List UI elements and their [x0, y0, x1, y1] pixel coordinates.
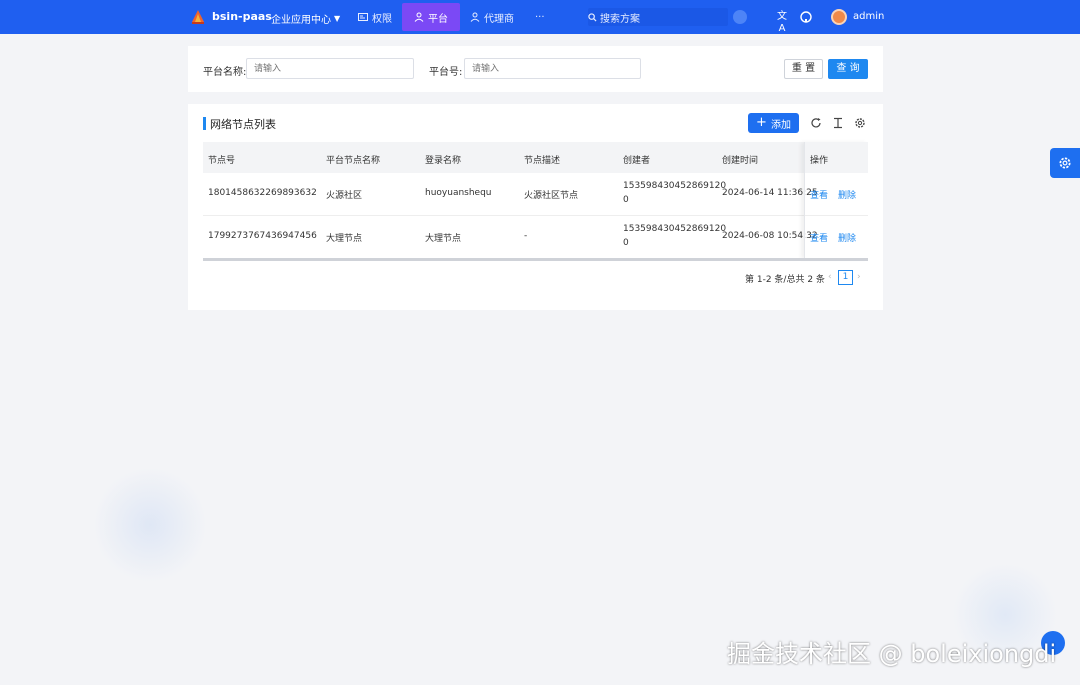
id-card-icon — [358, 13, 368, 21]
search-box[interactable]: 搜索方案 — [588, 8, 728, 26]
page-number[interactable]: 1 — [838, 270, 853, 285]
query-button[interactable]: 查 询 — [828, 59, 868, 79]
node-list-card: 网络节点列表 + 添加 节点号 平台节点名称 登录名称 节点描述 创建者 创建时… — [188, 104, 883, 310]
nav-item-label: 平台 — [428, 13, 448, 25]
creator-cell-wrap: 0 — [623, 238, 629, 248]
top-bar: bsin-paas 企业应用中心 ▼ 权限 平台 代理商 ··· 搜索方案 文A… — [0, 0, 1080, 34]
search-icon — [588, 12, 597, 22]
plus-icon: + — [756, 115, 767, 130]
table-row: 1799273767436947456 大理节点 大理节点 - 15359843… — [203, 216, 868, 259]
platform-no-label: 平台号: — [429, 67, 463, 78]
pagination-total: 第 1-2 条/总共 2 条 — [745, 275, 825, 285]
column-header[interactable]: 登录名称 — [425, 153, 461, 166]
name-cell: 大理节点 — [326, 234, 363, 244]
title-accent-bar — [203, 117, 206, 130]
settings-icon[interactable] — [854, 117, 866, 129]
creator-cell: 153598430452869120 — [623, 224, 727, 234]
more-label: ··· — [535, 11, 545, 23]
login-cell: huoyuanshequ — [425, 188, 492, 198]
creator-cell-wrap: 0 — [623, 195, 629, 205]
username[interactable]: admin — [853, 11, 884, 22]
app-center-dropdown[interactable]: 企业应用中心 ▼ — [271, 11, 340, 26]
node-no-cell: 1799273767436947456 — [208, 231, 317, 241]
settings-icon — [1059, 157, 1071, 169]
nav-item-permission[interactable]: 权限 — [346, 3, 404, 31]
platform-name-input[interactable] — [246, 58, 414, 79]
next-page-icon[interactable]: › — [857, 272, 861, 282]
creator-cell: 153598430452869120 — [623, 181, 727, 191]
column-header[interactable]: 节点号 — [208, 153, 235, 166]
platform-name-label: 平台名称: — [203, 67, 247, 78]
login-cell: 大理节点 — [425, 234, 462, 244]
table-header: 节点号 平台节点名称 登录名称 节点描述 创建者 创建时间 操作 — [203, 142, 868, 173]
nav-item-more[interactable]: ··· — [523, 3, 557, 31]
avatar[interactable] — [831, 9, 847, 25]
translate-icon[interactable]: 文A — [776, 11, 788, 34]
search-placeholder: 搜索方案 — [600, 13, 640, 25]
app-center-label: 企业应用中心 — [271, 15, 331, 26]
desc-cell: - — [524, 231, 528, 241]
nav-item-label: 权限 — [372, 13, 392, 25]
name-cell: 火源社区 — [326, 191, 363, 201]
add-label: 添加 — [770, 119, 791, 131]
user-icon — [414, 12, 424, 22]
node-no-cell: 1801458632269893632 — [208, 188, 317, 198]
table-row: 1801458632269893632 火源社区 huoyuanshequ 火源… — [203, 173, 868, 216]
column-header[interactable]: 平台节点名称 — [326, 153, 380, 166]
card-title: 网络节点列表 — [210, 118, 276, 131]
search-submit-button[interactable] — [733, 10, 747, 24]
column-header[interactable]: 节点描述 — [524, 153, 560, 166]
horizontal-scrollbar[interactable] — [203, 258, 868, 261]
github-icon[interactable] — [800, 11, 812, 23]
user-icon — [470, 12, 480, 22]
column-height-icon[interactable] — [832, 117, 844, 129]
background-decoration — [95, 465, 205, 585]
caret-down-icon: ▼ — [334, 14, 341, 23]
fixed-action-column — [804, 142, 868, 259]
desc-cell: 火源社区节点 — [524, 191, 579, 201]
nav-item-platform[interactable]: 平台 — [402, 3, 460, 31]
setting-drawer-button[interactable] — [1050, 148, 1080, 178]
brand-name[interactable]: bsin-paas — [212, 10, 272, 23]
node-table: 节点号 平台节点名称 登录名称 节点描述 创建者 创建时间 操作 1801458… — [203, 142, 868, 261]
watermark: 掘金技术社区 @ boleixiongdi — [727, 640, 1057, 668]
reset-button[interactable]: 重 置 — [784, 59, 823, 79]
platform-no-input[interactable] — [464, 58, 641, 79]
column-header[interactable]: 创建者 — [623, 153, 650, 166]
nav-item-label: 代理商 — [484, 13, 514, 25]
column-header[interactable]: 创建时间 — [722, 153, 758, 166]
reload-icon[interactable] — [810, 117, 822, 129]
add-button[interactable]: + 添加 — [748, 113, 799, 133]
brand-logo-icon[interactable] — [190, 9, 206, 25]
nav-item-agent[interactable]: 代理商 — [458, 3, 526, 31]
prev-page-icon[interactable]: ‹ — [828, 272, 832, 282]
filter-card: 平台名称: 平台号: 重 置 查 询 — [188, 46, 883, 92]
